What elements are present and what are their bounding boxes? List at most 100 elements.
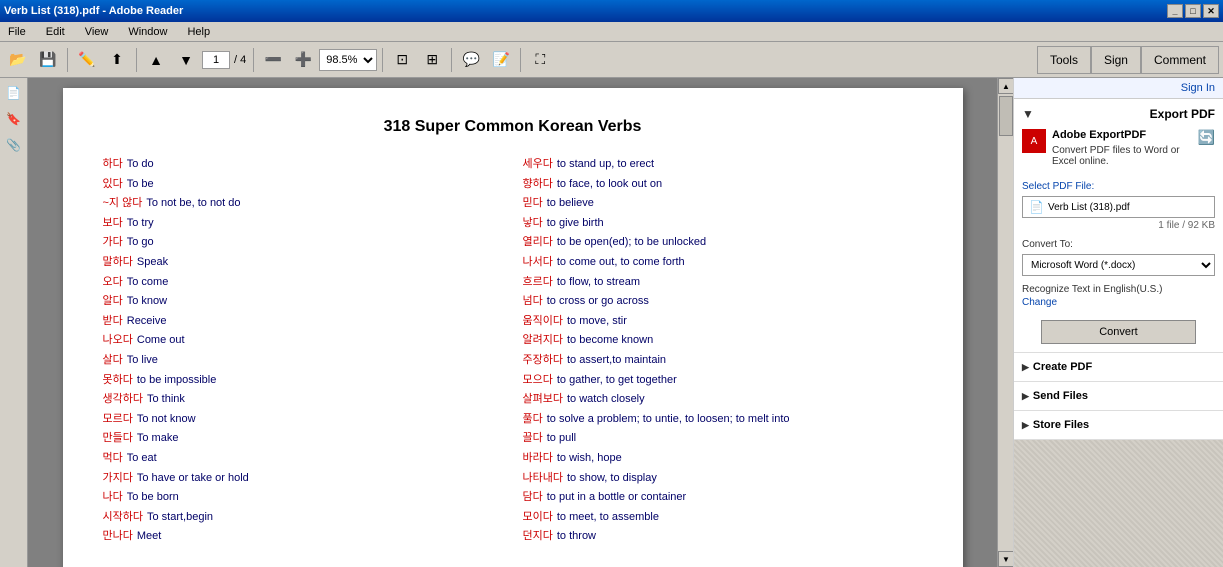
convert-to-label: Convert To: — [1022, 239, 1215, 250]
menu-view[interactable]: View — [81, 24, 113, 40]
english-text: To not know — [137, 411, 196, 429]
english-text: to give birth — [547, 215, 604, 233]
separator-3 — [253, 48, 254, 72]
sidebar-attach-icon[interactable]: 📎 — [3, 134, 25, 156]
export-pdf-header: ▼ Export PDF — [1022, 107, 1215, 121]
korean-text: 향하다 — [523, 176, 553, 194]
open-btn[interactable]: 📂 — [4, 46, 32, 74]
sidebar-bookmark-icon[interactable]: 🔖 — [3, 108, 25, 130]
main-layout: 📄 🔖 📎 318 Super Common Korean Verbs 하다To… — [0, 78, 1223, 567]
sign-panel-btn[interactable]: Sign — [1091, 46, 1141, 74]
list-item: 못하다to be impossible — [103, 372, 503, 390]
korean-text: 가지다 — [103, 470, 133, 488]
export-pdf-title: Export PDF — [1150, 107, 1215, 121]
list-item: 오다To come — [103, 274, 503, 292]
korean-text: 받다 — [103, 313, 123, 331]
korean-text: 말하다 — [103, 254, 133, 272]
korean-text: 믿다 — [523, 195, 543, 213]
menu-window[interactable]: Window — [124, 24, 171, 40]
right-tools: Tools Sign Comment — [1037, 46, 1219, 74]
list-item: 주장하다to assert,to maintain — [523, 352, 923, 370]
select-pdf-label: Select PDF File: — [1022, 181, 1215, 192]
fit-page-btn[interactable]: ⊡ — [388, 46, 416, 74]
markup-btn[interactable]: 📝 — [487, 46, 515, 74]
menu-edit[interactable]: Edit — [42, 24, 69, 40]
english-text: to show, to display — [567, 470, 657, 488]
zoom-out-btn[interactable]: ➖ — [259, 46, 287, 74]
adobe-export-desc: Convert PDF files to Word or Excel onlin… — [1052, 145, 1192, 167]
english-text: To live — [127, 352, 158, 370]
list-item: 알려지다to become known — [523, 332, 923, 350]
title-bar: Verb List (318).pdf - Adobe Reader _ □ ✕ — [0, 0, 1223, 22]
english-text: To have or take or hold — [137, 470, 249, 488]
convert-button[interactable]: Convert — [1041, 320, 1195, 344]
change-link[interactable]: Change — [1022, 297, 1215, 308]
upload-btn[interactable]: ⬆ — [103, 46, 131, 74]
sidebar-page-icon[interactable]: 📄 — [3, 82, 25, 104]
refresh-icon[interactable]: 🔄 — [1198, 129, 1215, 146]
scroll-thumb[interactable] — [999, 96, 1013, 136]
list-item: 보다To try — [103, 215, 503, 233]
list-item: 생각하다To think — [103, 391, 503, 409]
list-item: 나서다to come out, to come forth — [523, 254, 923, 272]
fit-width-btn[interactable]: ⊞ — [418, 46, 446, 74]
list-item: 받다Receive — [103, 313, 503, 331]
english-text: to wish, hope — [557, 450, 622, 468]
separator-1 — [67, 48, 68, 72]
english-text: To start,begin — [147, 509, 213, 527]
pdf-file-icon: 📄 — [1029, 200, 1044, 214]
store-files-header[interactable]: ▶ Store Files — [1022, 419, 1215, 431]
sign-in-bar[interactable]: Sign In — [1014, 78, 1223, 99]
korean-text: 가다 — [103, 234, 123, 252]
maximize-btn[interactable]: □ — [1185, 4, 1201, 18]
list-item: 하다To do — [103, 156, 503, 174]
korean-text: 만나다 — [103, 528, 133, 546]
file-name: Verb List (318).pdf — [1048, 202, 1130, 213]
zoom-select[interactable]: 98.5% 75% 100% 150% — [319, 49, 377, 71]
scroll-down-btn[interactable]: ▼ — [998, 551, 1014, 567]
prev-page-btn[interactable]: ▲ — [142, 46, 170, 74]
english-text: Speak — [137, 254, 168, 272]
english-text: To try — [127, 215, 154, 233]
english-text: To be — [127, 176, 154, 194]
menu-help[interactable]: Help — [183, 24, 214, 40]
title-text: Verb List (318).pdf - Adobe Reader — [4, 5, 183, 17]
english-text: To think — [147, 391, 185, 409]
korean-text: 모르다 — [103, 411, 133, 429]
comment-panel-btn[interactable]: Comment — [1141, 46, 1219, 74]
korean-text: 살펴보다 — [523, 391, 563, 409]
scroll-up-btn[interactable]: ▲ — [998, 78, 1014, 94]
page-number-input[interactable] — [202, 51, 230, 69]
convert-format-select[interactable]: Microsoft Word (*.docx) Microsoft Excel … — [1022, 254, 1215, 276]
english-text: to become known — [567, 332, 653, 350]
comment-btn-toolbar[interactable]: 💬 — [457, 46, 485, 74]
minimize-btn[interactable]: _ — [1167, 4, 1183, 18]
export-pdf-collapse-arrow[interactable]: ▼ — [1022, 107, 1034, 121]
create-pdf-header[interactable]: ▶ Create PDF — [1022, 361, 1215, 373]
scroll-track[interactable] — [998, 94, 1013, 551]
annotate-btn[interactable]: ✏️ — [73, 46, 101, 74]
english-text: to believe — [547, 195, 594, 213]
list-item: 넘다to cross or go across — [523, 293, 923, 311]
list-item: 가지다To have or take or hold — [103, 470, 503, 488]
pdf-page: 318 Super Common Korean Verbs 하다To do세우다… — [63, 88, 963, 567]
save-btn[interactable]: 💾 — [34, 46, 62, 74]
list-item: 나오다Come out — [103, 332, 503, 350]
menu-file[interactable]: File — [4, 24, 30, 40]
list-item: 모으다to gather, to get together — [523, 372, 923, 390]
send-files-header[interactable]: ▶ Send Files — [1022, 390, 1215, 402]
pdf-title: 318 Super Common Korean Verbs — [103, 118, 923, 136]
zoom-in-btn[interactable]: ➕ — [289, 46, 317, 74]
korean-text: 살다 — [103, 352, 123, 370]
korean-text: 바라다 — [523, 450, 553, 468]
english-text: To come — [127, 274, 169, 292]
fullscreen-btn[interactable]: ⛶ — [526, 46, 554, 74]
list-item: 시작하다To start,begin — [103, 509, 503, 527]
next-page-btn[interactable]: ▼ — [172, 46, 200, 74]
store-files-arrow: ▶ — [1022, 420, 1029, 431]
korean-text: 오다 — [103, 274, 123, 292]
list-item: ~지 않다To not be, to not do — [103, 195, 503, 213]
tools-panel-btn[interactable]: Tools — [1037, 46, 1091, 74]
close-btn[interactable]: ✕ — [1203, 4, 1219, 18]
english-text: to be impossible — [137, 372, 217, 390]
